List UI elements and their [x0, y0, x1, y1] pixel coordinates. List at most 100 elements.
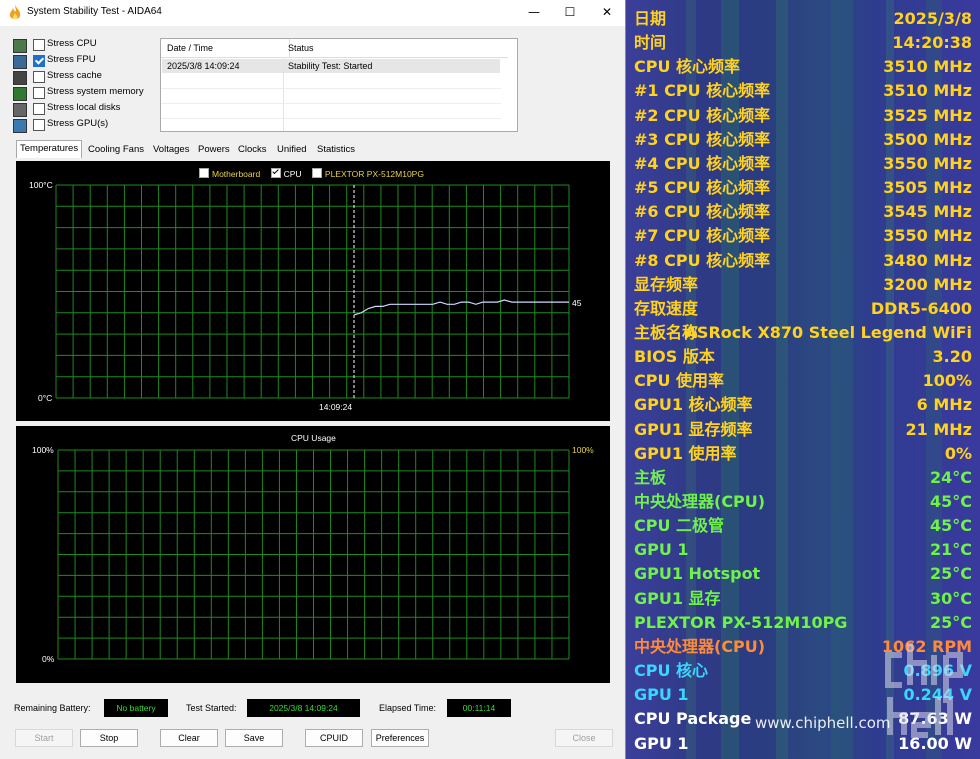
tab-clocks[interactable]: Clocks	[238, 142, 267, 157]
stress-option-checkbox[interactable]	[33, 71, 45, 83]
stress-option-checkbox[interactable]	[33, 119, 45, 131]
battery-label: Remaining Battery:	[14, 703, 91, 713]
osd-label: GPU 1	[634, 540, 689, 560]
osd-label: #3 CPU 核心频率	[634, 129, 771, 149]
tab-temperatures[interactable]: Temperatures	[16, 140, 83, 158]
osd-label: #5 CPU 核心频率	[634, 178, 771, 198]
osd-label: #4 CPU 核心频率	[634, 153, 771, 173]
clear-button[interactable]: Clear	[160, 729, 218, 747]
osd-label: CPU 二极管	[634, 516, 725, 536]
stress-option-label: Stress local disks	[47, 102, 121, 113]
osd-label: #2 CPU 核心频率	[634, 105, 771, 125]
log-row-line	[161, 88, 501, 89]
stress-option-label: Stress CPU	[47, 38, 97, 49]
log-divider	[283, 57, 284, 131]
status-log[interactable]: Date / Time Status 2025/3/8 14:09:24 Sta…	[160, 38, 518, 132]
osd-label: GPU1 显存	[634, 588, 721, 608]
stress-option-checkbox[interactable]	[33, 87, 45, 99]
osd-row: 主板 24°C	[634, 466, 972, 490]
gpu-monitor-icon	[13, 119, 27, 133]
osd-value: 45°C	[929, 516, 972, 536]
osd-row: 显存频率 3200 MHz	[634, 273, 972, 297]
stress-option-checkbox[interactable]	[33, 103, 45, 115]
stress-option-checkbox[interactable]	[33, 39, 45, 51]
osd-value: 3545 MHz	[883, 202, 972, 222]
osd-value: 3550 MHz	[883, 153, 972, 173]
tab-cooling-fans[interactable]: Cooling Fans	[88, 142, 144, 157]
disk-drive-icon	[13, 103, 27, 117]
osd-value: 25°C	[929, 564, 972, 584]
osd-row: GPU1 Hotspot 25°C	[634, 562, 972, 586]
osd-label: 中央处理器(CPU)	[634, 636, 766, 656]
close-button[interactable]: Close	[555, 729, 613, 747]
osd-label: GPU1 Hotspot	[634, 564, 761, 584]
osd-value: 21°C	[929, 540, 972, 560]
osd-row: 日期 2025/3/8	[634, 7, 972, 31]
title-bar: System Stability Test - AIDA64 — ☐ ✕	[0, 0, 625, 26]
log-row-status: Stability Test: Started	[288, 61, 373, 71]
osd-label: GPU 1	[634, 733, 689, 753]
osd-row: #3 CPU 核心频率 3500 MHz	[634, 128, 972, 152]
log-row-line	[161, 118, 501, 119]
tab-voltages[interactable]: Voltages	[153, 142, 189, 157]
osd-label: 存取速度	[634, 298, 699, 318]
osd-row: #1 CPU 核心频率 3510 MHz	[634, 79, 972, 103]
osd-value: 3200 MHz	[883, 274, 972, 294]
window-title: System Stability Test - AIDA64	[27, 6, 162, 17]
osd-row: #5 CPU 核心频率 3505 MHz	[634, 176, 972, 200]
osd-label: 显存频率	[634, 274, 699, 294]
osd-value: 3510 MHz	[883, 57, 972, 77]
osd-label: 主板	[634, 467, 667, 487]
osd-row: 中央处理器(CPU) 45°C	[634, 490, 972, 514]
osd-label: PLEXTOR PX-512M10PG	[634, 612, 848, 632]
osd-row: #8 CPU 核心频率 3480 MHz	[634, 249, 972, 273]
minimize-button[interactable]: —	[516, 0, 552, 26]
tab-statistics[interactable]: Statistics	[317, 142, 355, 157]
osd-row: CPU 使用率 100%	[634, 369, 972, 393]
osd-label: CPU 使用率	[634, 371, 725, 391]
osd-row: GPU1 显存频率 21 MHz	[634, 418, 972, 442]
memory-module-icon	[13, 87, 27, 101]
cpuid-button[interactable]: CPUID	[305, 729, 363, 747]
stress-option-label: Stress system memory	[47, 86, 144, 97]
osd-row: #6 CPU 核心频率 3545 MHz	[634, 200, 972, 224]
osd-row: 存取速度 DDR5-6400	[634, 297, 972, 321]
log-row-line	[161, 103, 501, 104]
chiphell-logo	[885, 643, 963, 738]
osd-label: CPU 核心频率	[634, 57, 741, 77]
test-started-label: Test Started:	[186, 703, 237, 713]
start-button[interactable]: Start	[15, 729, 73, 747]
osd-label: CPU 核心	[634, 661, 709, 681]
cpu-chip-icon	[13, 39, 27, 53]
osd-value: 30°C	[929, 588, 972, 608]
osd-label: #8 CPU 核心频率	[634, 250, 771, 270]
save-button[interactable]: Save	[225, 729, 283, 747]
log-header-status[interactable]: Status	[284, 39, 508, 58]
temperature-plot	[55, 184, 570, 399]
osd-label: GPU1 使用率	[634, 443, 737, 463]
close-window-button[interactable]: ✕	[589, 0, 625, 26]
osd-value: 3480 MHz	[883, 250, 972, 270]
osd-row: GPU1 核心频率 6 MHz	[634, 393, 972, 417]
tab-powers[interactable]: Powers	[198, 142, 230, 157]
osd-label: #1 CPU 核心频率	[634, 81, 771, 101]
preferences-button[interactable]: Preferences	[371, 729, 429, 747]
osd-row: 时间 14:20:38	[634, 31, 972, 55]
elapsed-time-label: Elapsed Time:	[379, 703, 437, 713]
stress-option-checkbox[interactable]	[33, 55, 45, 67]
osd-label: 日期	[634, 9, 667, 28]
osd-value: 0%	[944, 443, 972, 463]
osd-row: GPU1 显存 30°C	[634, 587, 972, 611]
watermark-text: www.chiphell.com	[755, 714, 891, 732]
usage-plot	[57, 449, 570, 660]
tab-unified[interactable]: Unified	[277, 142, 307, 157]
maximize-button[interactable]: ☐	[552, 0, 588, 26]
osd-label: #7 CPU 核心频率	[634, 226, 771, 246]
osd-value: 24°C	[929, 467, 972, 487]
osd-row: GPU 1 21°C	[634, 538, 972, 562]
log-header-datetime[interactable]: Date / Time	[161, 39, 290, 58]
stop-button[interactable]: Stop	[80, 729, 138, 747]
osd-value: 2025/3/8	[893, 9, 972, 28]
osd-value: 3550 MHz	[883, 226, 972, 246]
osd-value: 6 MHz	[916, 395, 972, 415]
